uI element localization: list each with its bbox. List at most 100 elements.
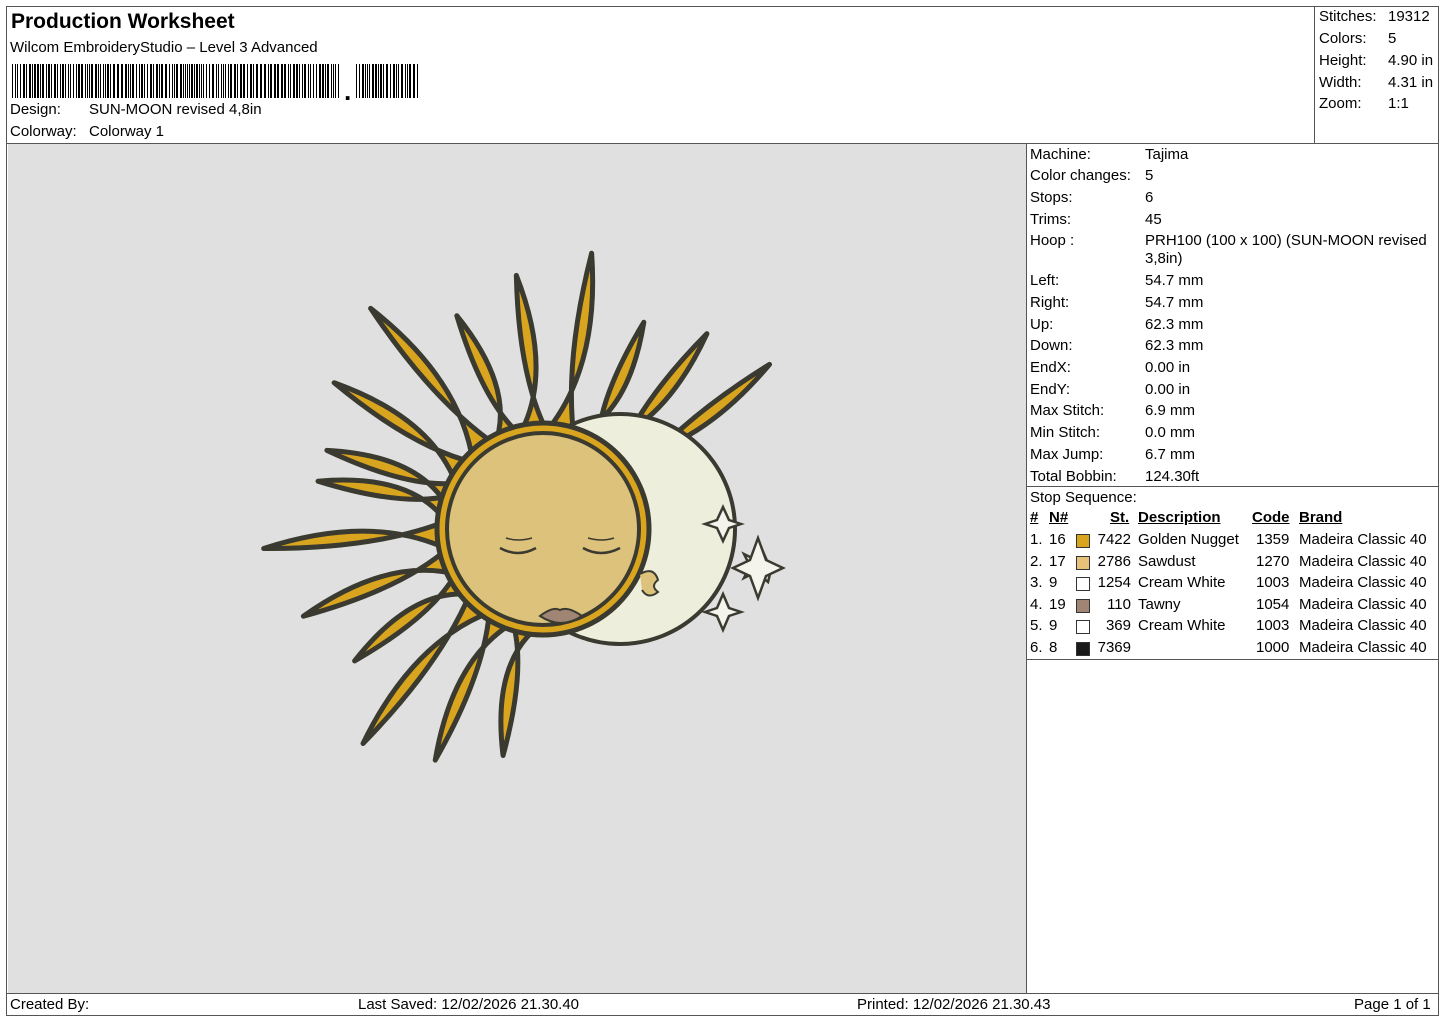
barcode-bar bbox=[191, 64, 193, 98]
info-value: 124.30ft bbox=[1145, 468, 1200, 485]
barcode-bar bbox=[196, 64, 198, 98]
info-label: Machine: bbox=[1030, 146, 1091, 163]
stop-code: 1000 bbox=[1256, 639, 1290, 656]
stop-sequence-label: Stop Sequence: bbox=[1030, 489, 1137, 506]
info-label: Max Jump: bbox=[1030, 446, 1104, 463]
barcode-bar bbox=[185, 64, 186, 98]
width-row: Width: 4.31 in bbox=[1319, 74, 1437, 94]
stop-stitches: 369 bbox=[1105, 617, 1131, 635]
barcode-bar bbox=[51, 64, 52, 98]
stop-brand: Madeira Classic 40 bbox=[1299, 617, 1427, 635]
stop-stitches: 7369 bbox=[1097, 639, 1131, 656]
sun-ray bbox=[300, 544, 463, 619]
thread-color-swatch bbox=[1076, 555, 1090, 570]
stop-row: 2. 17 2786 Sawdust 1270 Madeira Classic 40 bbox=[1027, 553, 1439, 574]
stitches-value: 19312 bbox=[1388, 8, 1430, 25]
barcode-bar bbox=[296, 64, 298, 98]
info-value: PRH100 (100 x 100) (SUN-MOON revised 3,8… bbox=[1145, 232, 1427, 267]
barcode-bar bbox=[290, 64, 291, 98]
stop-description: Cream White bbox=[1138, 617, 1226, 635]
barcode-bar bbox=[284, 64, 286, 98]
barcode-bar bbox=[281, 64, 283, 98]
info-value: 54.7 mm bbox=[1145, 272, 1204, 289]
barcode-bar bbox=[174, 64, 175, 98]
info-label: Left: bbox=[1030, 272, 1060, 289]
barcode-bar bbox=[54, 64, 56, 98]
barcode-bar bbox=[203, 64, 204, 98]
colorway-value: Colorway 1 bbox=[89, 123, 165, 140]
barcode-bar bbox=[42, 64, 44, 98]
barcode-bar bbox=[85, 64, 86, 98]
barcode-bar bbox=[15, 64, 16, 98]
barcode-bar bbox=[209, 64, 210, 98]
barcode-bar bbox=[372, 64, 374, 98]
stop-row: 6. 8 7369 1000 Madeira Classic 40 bbox=[1027, 639, 1439, 660]
barcode-bar bbox=[390, 64, 391, 98]
stop-stitches: 2786 bbox=[1097, 552, 1131, 570]
barcode-bar bbox=[125, 64, 127, 98]
barcode-bar bbox=[383, 64, 384, 98]
barcode-bar bbox=[270, 64, 272, 98]
stop-needle: 9 bbox=[1049, 617, 1058, 635]
barcode-bar bbox=[40, 64, 41, 98]
barcode-bar bbox=[417, 64, 418, 98]
page-title: Production Worksheet bbox=[11, 10, 235, 33]
stop-description: Sawdust bbox=[1138, 552, 1196, 570]
barcode-bar bbox=[316, 64, 317, 98]
barcode-bar bbox=[165, 64, 167, 98]
barcode-bar bbox=[401, 64, 403, 98]
barcode-bar bbox=[130, 64, 131, 98]
barcode-bar bbox=[407, 64, 408, 98]
info-label: Down: bbox=[1030, 337, 1073, 354]
height-label: Height: bbox=[1319, 52, 1367, 69]
barcode-bar bbox=[308, 64, 309, 98]
barcode-bar bbox=[274, 64, 276, 98]
barcode-bar bbox=[89, 64, 90, 98]
info-value: 62.3 mm bbox=[1145, 337, 1204, 354]
barcode-bar bbox=[60, 64, 61, 98]
info-value: 45 bbox=[1145, 211, 1162, 228]
barcode-bar bbox=[128, 64, 129, 98]
col-st: St. bbox=[1110, 509, 1130, 526]
barcode-bar bbox=[333, 64, 334, 98]
barcode-bar bbox=[194, 64, 195, 98]
last-saved: Last Saved: 12/02/2026 21.30.40 bbox=[358, 996, 580, 1013]
thread-color-swatch bbox=[1076, 642, 1090, 656]
barcode-bar bbox=[62, 64, 64, 98]
stop-needle: 19 bbox=[1049, 595, 1066, 613]
barcode-bar bbox=[199, 64, 200, 98]
barcode-bar bbox=[17, 64, 18, 98]
barcode-bar bbox=[12, 64, 13, 98]
stop-needle: 9 bbox=[1049, 574, 1058, 592]
col-num: # bbox=[1030, 509, 1039, 526]
barcode-bar bbox=[216, 64, 217, 98]
stop-code: 1359 bbox=[1256, 531, 1290, 548]
info-value: 6 bbox=[1145, 189, 1154, 206]
col-description: Description bbox=[1138, 509, 1221, 526]
height-value: 4.90 in bbox=[1388, 52, 1434, 69]
barcode-bar bbox=[76, 64, 77, 98]
stop-num: 4. bbox=[1030, 595, 1043, 613]
sun-ray bbox=[261, 517, 453, 554]
col-code: Code bbox=[1252, 509, 1290, 526]
info-label: Total Bobbin: bbox=[1030, 468, 1117, 485]
barcode-bar bbox=[132, 64, 134, 98]
barcode-bar bbox=[359, 64, 360, 98]
stop-description: Golden Nugget bbox=[1138, 531, 1239, 548]
barcode-bar bbox=[218, 64, 219, 98]
stop-code: 1003 bbox=[1256, 617, 1290, 635]
barcode-bar bbox=[313, 64, 314, 98]
barcode-bar bbox=[250, 64, 252, 98]
barcode-bar bbox=[105, 64, 106, 98]
barcode-bar bbox=[302, 64, 303, 98]
barcode-bar bbox=[378, 64, 379, 98]
stop-brand: Madeira Classic 40 bbox=[1299, 552, 1427, 570]
barcode-bar bbox=[153, 64, 154, 98]
colors-label: Colors: bbox=[1319, 30, 1367, 47]
barcode-bar bbox=[117, 64, 119, 98]
width-value: 4.31 in bbox=[1388, 74, 1434, 91]
stop-stitches: 7422 bbox=[1097, 531, 1131, 548]
info-label: EndY: bbox=[1030, 381, 1071, 398]
barcode-bar bbox=[398, 64, 399, 98]
stop-row: 4. 19 110 Tawny 1054 Madeira Classic 40 bbox=[1027, 596, 1439, 617]
